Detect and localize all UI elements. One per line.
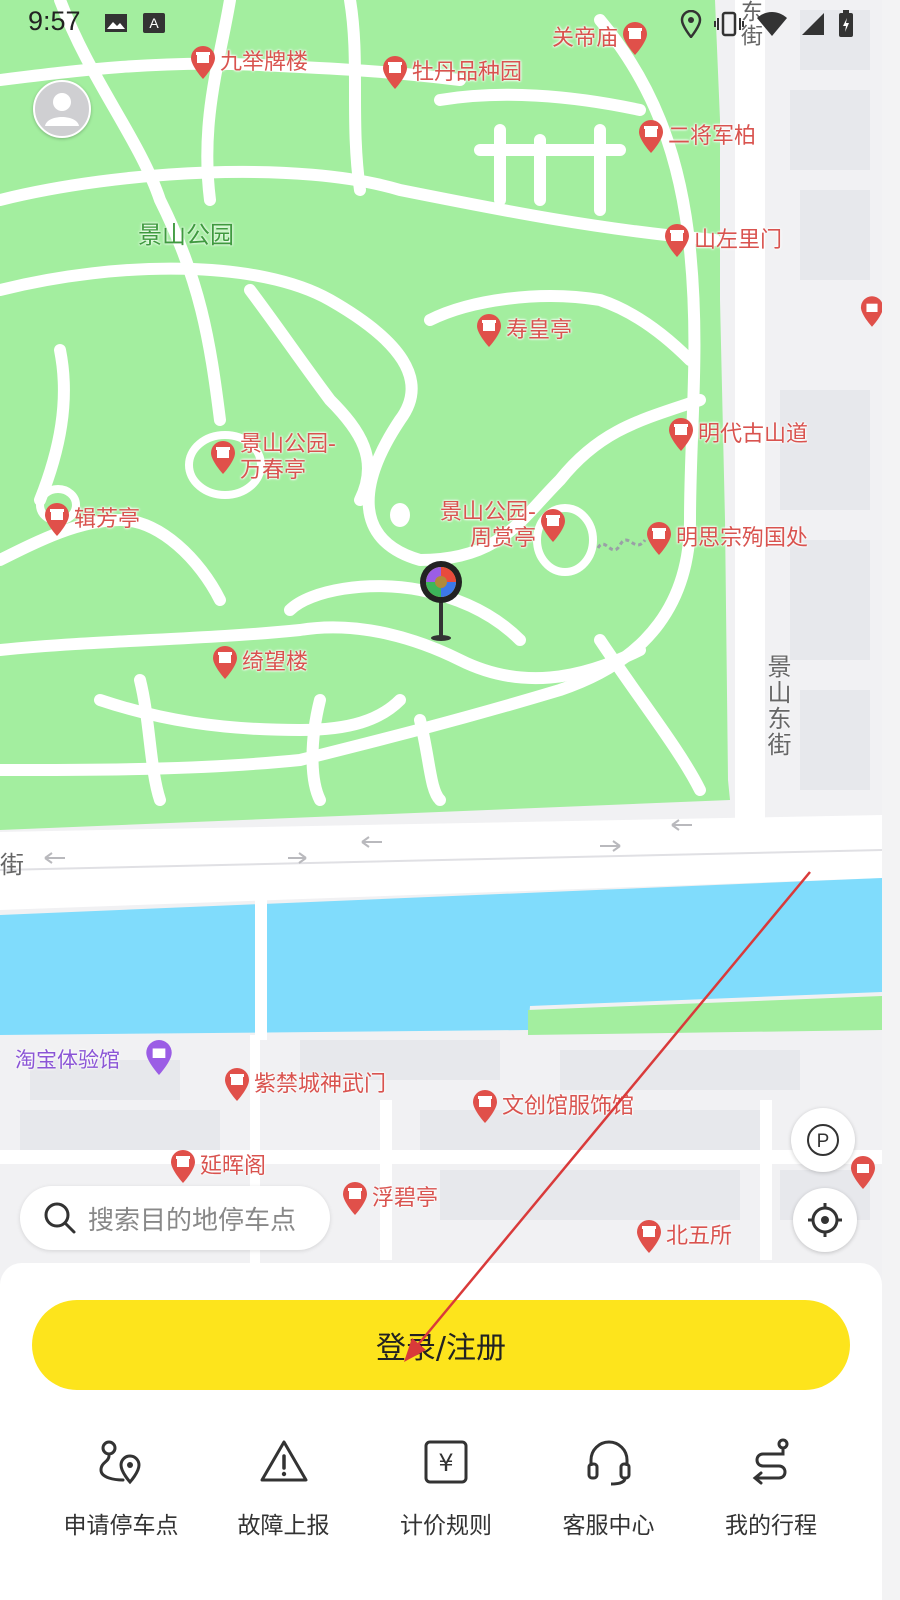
attraction-pin-icon xyxy=(639,120,663,153)
attraction-pin-icon xyxy=(213,646,237,679)
poi-shenwumen[interactable]: 紫禁城神武门 xyxy=(224,1068,386,1102)
signal-icon xyxy=(802,13,824,35)
text-a-icon: A xyxy=(143,13,165,33)
nav-label: 申请停车点 xyxy=(63,1513,179,1539)
poi-label: 山左里门 xyxy=(694,228,783,253)
poi-label: 二将军柏 xyxy=(668,124,757,149)
poi-mingdaigushandao[interactable]: 明代古山道 xyxy=(668,418,808,452)
shop-pin-icon[interactable] xyxy=(144,1040,174,1076)
poi-mingsizong[interactable]: 明思宗殉国处 xyxy=(646,522,808,556)
battery-icon xyxy=(839,10,853,37)
poi-label: 浮碧亭 xyxy=(372,1186,439,1211)
attraction-pin-icon[interactable] xyxy=(850,1156,876,1190)
street-label-left: 街 xyxy=(0,851,24,879)
poi-jiujupailou[interactable]: 九举牌楼 xyxy=(190,46,308,80)
poi-label: 文创馆服饰馆 xyxy=(502,1094,635,1119)
bottom-nav: 申请停车点 故障上报 ¥ 计价规则 客服中心 我的行程 xyxy=(40,1436,852,1540)
location-icon xyxy=(680,10,702,38)
poi-fubiting[interactable]: 浮碧亭 xyxy=(342,1182,438,1216)
screen-edge xyxy=(882,0,900,1600)
attraction-pin-icon xyxy=(191,46,215,79)
poi-label: 延晖阁 xyxy=(200,1154,267,1179)
poi-label: 景山公园-周赏亭 xyxy=(440,500,536,551)
svg-text:A: A xyxy=(149,15,159,31)
status-bar: 9:57 A xyxy=(0,0,900,48)
attraction-pin-icon xyxy=(343,1182,367,1215)
nav-customer-service[interactable]: 客服中心 xyxy=(528,1436,690,1540)
attraction-pin-icon xyxy=(225,1068,249,1101)
attraction-pin-icon xyxy=(665,224,689,257)
shop-label-taobao[interactable]: 淘宝体验馆 xyxy=(15,1044,120,1074)
wifi-icon xyxy=(757,12,787,36)
attraction-pin-icon xyxy=(473,1090,497,1123)
image-icon xyxy=(105,14,127,32)
poi-label: 九举牌楼 xyxy=(220,50,309,75)
nav-fault-report[interactable]: 故障上报 xyxy=(203,1436,365,1540)
attraction-pin-icon xyxy=(637,1220,661,1253)
poi-label: 紫禁城神武门 xyxy=(254,1072,387,1097)
nav-my-trips[interactable]: 我的行程 xyxy=(690,1436,852,1540)
attraction-pin-icon xyxy=(171,1150,195,1183)
yen-icon: ¥ xyxy=(424,1440,468,1484)
user-avatar[interactable] xyxy=(33,80,91,138)
nav-label: 故障上报 xyxy=(237,1513,330,1539)
nav-label: 客服中心 xyxy=(562,1513,655,1539)
login-register-button[interactable]: 登录/注册 xyxy=(32,1300,850,1390)
status-time: 9:57 xyxy=(28,6,81,36)
attraction-pin-icon xyxy=(647,522,671,555)
poi-erjiangjunbai[interactable]: 二将军柏 xyxy=(638,120,756,154)
search-placeholder: 搜索目的地停车点 xyxy=(88,1205,297,1236)
vibrate-icon xyxy=(714,11,744,37)
poi-label: 绮望楼 xyxy=(242,650,309,675)
poi-label: 牡丹品种园 xyxy=(412,60,523,85)
attraction-pin-icon xyxy=(669,418,693,451)
parking-button[interactable]: P xyxy=(791,1108,855,1172)
poi-label: 明代古山道 xyxy=(698,422,809,447)
search-icon xyxy=(44,1202,76,1234)
poi-label: 北五所 xyxy=(666,1224,733,1249)
nav-label: 我的行程 xyxy=(725,1513,817,1539)
nav-pricing-rules[interactable]: ¥ 计价规则 xyxy=(365,1436,527,1540)
poi-label: 景山公园-万春亭 xyxy=(240,432,336,483)
poi-shanzuolimen[interactable]: 山左里门 xyxy=(664,224,782,258)
poi-shouhuangting[interactable]: 寿皇亭 xyxy=(476,314,572,348)
trip-icon xyxy=(752,1438,789,1485)
poi-mudanpinzhongyuan[interactable]: 牡丹品种园 xyxy=(382,56,522,90)
attraction-pin-icon xyxy=(211,441,235,474)
route-pin-icon xyxy=(99,1440,141,1485)
street-label-jingshan-east: 景山东街 xyxy=(763,654,791,758)
nav-label: 计价规则 xyxy=(400,1513,492,1539)
poi-label: 明思宗殉国处 xyxy=(676,526,809,551)
search-bar[interactable]: 搜索目的地停车点 xyxy=(20,1186,330,1250)
attraction-pin-icon[interactable] xyxy=(860,296,882,328)
area-label-jingshan-park: 景山公园 xyxy=(138,221,234,249)
attraction-pin-icon xyxy=(45,503,69,536)
poi-yanhuige[interactable]: 延晖阁 xyxy=(170,1150,266,1184)
parking-icon: P xyxy=(807,1124,839,1156)
crosshair-icon xyxy=(808,1203,842,1237)
poi-jifangting[interactable]: 辑芳亭 xyxy=(44,503,140,537)
svg-text:¥: ¥ xyxy=(438,1449,453,1477)
poi-zhoushangting[interactable]: 景山公园-周赏亭 xyxy=(426,500,566,552)
attraction-pin-icon xyxy=(383,56,407,89)
poi-beiwusuo[interactable]: 北五所 xyxy=(636,1220,732,1254)
user-icon xyxy=(45,93,79,126)
poi-label: 寿皇亭 xyxy=(506,318,573,343)
poi-label: 辑芳亭 xyxy=(74,507,141,532)
current-location-pin-icon xyxy=(420,561,462,641)
poi-qiwanglou[interactable]: 绮望楼 xyxy=(212,646,308,680)
nav-apply-parking[interactable]: 申请停车点 xyxy=(40,1436,202,1540)
poi-wenchuangguan[interactable]: 文创馆服饰馆 xyxy=(472,1090,634,1124)
locate-me-button[interactable] xyxy=(793,1188,857,1252)
svg-text:P: P xyxy=(817,1131,830,1152)
poi-wanchunting[interactable]: 景山公园-万春亭 xyxy=(210,432,350,484)
attraction-pin-icon xyxy=(541,509,565,542)
warning-icon xyxy=(260,1440,307,1482)
attraction-pin-icon xyxy=(477,314,501,347)
headset-icon xyxy=(587,1440,630,1486)
